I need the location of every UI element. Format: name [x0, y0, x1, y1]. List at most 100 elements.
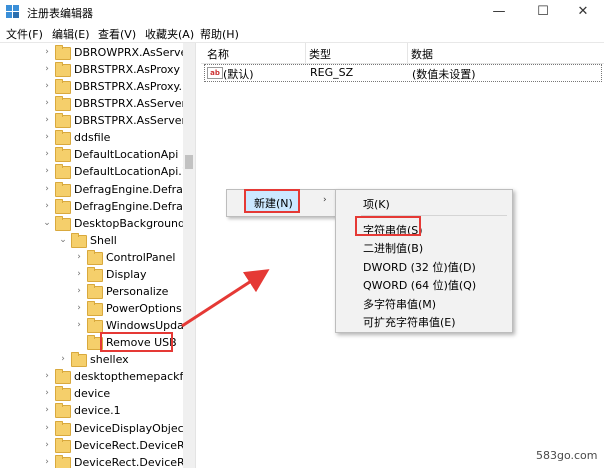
- tree-item[interactable]: › Display: [0, 266, 183, 283]
- tree-item[interactable]: › desktopthemepackfile: [0, 368, 195, 385]
- chevron-right-icon[interactable]: ›: [42, 163, 52, 180]
- submenu-item-key[interactable]: 项(K): [363, 196, 390, 212]
- column-type[interactable]: 类型: [309, 46, 331, 62]
- menu-favorites[interactable]: 收藏夹(A): [145, 26, 194, 42]
- chevron-right-icon[interactable]: ›: [42, 385, 52, 402]
- tree-item[interactable]: › ControlPanel: [0, 249, 183, 266]
- submenu-item-qword-value[interactable]: QWORD (64 位)值(Q): [363, 277, 476, 293]
- tree-item[interactable]: › device.1: [0, 402, 183, 419]
- chevron-right-icon[interactable]: ›: [42, 420, 52, 437]
- tree-item[interactable]: › DefaultLocationApi.1: [0, 163, 189, 180]
- chevron-right-icon[interactable]: ›: [74, 283, 84, 300]
- chevron-right-icon[interactable]: ›: [42, 181, 52, 198]
- tree-item-label: Personalize: [106, 285, 169, 298]
- pane-splitter[interactable]: [195, 43, 202, 468]
- folder-icon: [87, 284, 103, 299]
- menu-help[interactable]: 帮助(H): [200, 26, 239, 42]
- title-bar: 注册表编辑器 — ☐ ✕: [0, 0, 604, 24]
- tree-item[interactable]: › shellex: [0, 351, 183, 368]
- chevron-right-icon[interactable]: ›: [74, 249, 84, 266]
- folder-icon: [55, 438, 71, 453]
- tree-item-label: PowerOptions: [106, 302, 182, 315]
- chevron-right-icon[interactable]: ›: [74, 300, 84, 317]
- chevron-right-icon[interactable]: ›: [74, 266, 84, 283]
- tree-item[interactable]: › Personalize: [0, 283, 183, 300]
- column-separator: [305, 43, 306, 63]
- tree-item[interactable]: › ddsfile: [0, 129, 183, 146]
- tree-item[interactable]: › DefaultLocationApi: [0, 146, 183, 163]
- folder-icon: [55, 96, 71, 111]
- tree-item[interactable]: › DBRSTPRX.AsProxy.1: [0, 78, 189, 95]
- chevron-right-icon[interactable]: ›: [42, 198, 52, 215]
- tree-item[interactable]: › DefragEngine.DefragE: [0, 198, 195, 215]
- tree-item-label: DefragEngine.DefragE: [74, 183, 195, 196]
- chevron-down-icon[interactable]: ⌄: [42, 215, 52, 232]
- folder-icon: [55, 182, 71, 197]
- folder-icon: [71, 352, 87, 367]
- chevron-right-icon[interactable]: ›: [42, 129, 52, 146]
- close-button[interactable]: ✕: [560, 0, 604, 23]
- chevron-right-icon[interactable]: ›: [42, 112, 52, 129]
- tree-item-label: DesktopBackground: [74, 217, 185, 230]
- chevron-right-icon[interactable]: ›: [42, 61, 52, 78]
- chevron-right-icon[interactable]: ›: [42, 368, 52, 385]
- list-header: 名称 类型 数据: [201, 43, 604, 64]
- tree-item[interactable]: › device: [0, 385, 183, 402]
- chevron-right-icon[interactable]: ›: [42, 454, 52, 468]
- tree-item-label: DBRSTPRX.AsServer: [74, 97, 186, 110]
- chevron-right-icon[interactable]: ›: [74, 317, 84, 334]
- tree-item[interactable]: › DefragEngine.DefragE: [0, 181, 195, 198]
- folder-icon: [55, 455, 71, 468]
- folder-icon: [87, 250, 103, 265]
- value-data: (数值未设置): [412, 68, 476, 81]
- column-separator: [407, 43, 408, 63]
- tree-item[interactable]: › DBRSTPRX.AsServer: [0, 95, 186, 112]
- tree-item-label: shellex: [90, 353, 129, 366]
- tree-item-label: DefaultLocationApi.1: [74, 165, 189, 178]
- submenu-item-binary-value[interactable]: 二进制值(B): [363, 240, 423, 256]
- value-name: (默认): [223, 68, 254, 81]
- column-name[interactable]: 名称: [207, 46, 229, 62]
- tree-item[interactable]: › DeviceRect.DeviceRec: [0, 454, 195, 468]
- chevron-right-icon[interactable]: ›: [42, 44, 52, 61]
- folder-icon: [55, 45, 71, 60]
- tree-scrollbar[interactable]: [183, 43, 195, 468]
- tree-item-label: device.1: [74, 404, 121, 417]
- folder-icon: [55, 199, 71, 214]
- chevron-right-icon[interactable]: ›: [42, 402, 52, 419]
- folder-icon: [55, 130, 71, 145]
- tree-item-label: DefaultLocationApi: [74, 148, 179, 161]
- column-data[interactable]: 数据: [411, 46, 433, 62]
- tree-item[interactable]: › DBRSTPRX.AsProxy: [0, 61, 183, 78]
- chevron-right-icon[interactable]: ›: [42, 146, 52, 163]
- folder-icon: [55, 386, 71, 401]
- chevron-right-icon[interactable]: ›: [42, 95, 52, 112]
- folder-icon: [55, 147, 71, 162]
- menu-edit[interactable]: 编辑(E): [52, 26, 90, 42]
- folder-icon: [55, 62, 71, 77]
- menu-view[interactable]: 查看(V): [98, 26, 136, 42]
- tree-item[interactable]: › DeviceDisplayObject: [0, 420, 188, 437]
- tree-item[interactable]: › PowerOptions: [0, 300, 183, 317]
- tree-item[interactable]: ⌄ DesktopBackground: [0, 215, 185, 232]
- submenu-item-expandable-string-value[interactable]: 可扩充字符串值(E): [363, 314, 456, 330]
- tree-item[interactable]: › DBRSTPRX.AsServer.1: [0, 112, 195, 129]
- chevron-right-icon[interactable]: ›: [42, 78, 52, 95]
- chevron-down-icon[interactable]: ⌄: [58, 232, 68, 249]
- tree-item-label: DBROWPRX.AsServer: [74, 46, 192, 59]
- highlight-remove-usb: [100, 332, 173, 352]
- chevron-right-icon[interactable]: ›: [58, 351, 68, 368]
- tree-scrollbar-thumb[interactable]: [185, 155, 193, 169]
- minimize-button[interactable]: —: [476, 0, 522, 23]
- tree-item[interactable]: › DeviceRect.DeviceRec: [0, 437, 195, 454]
- submenu-item-dword-value[interactable]: DWORD (32 位)值(D): [363, 259, 476, 275]
- tree-item-label: DBRSTPRX.AsServer.1: [74, 114, 195, 127]
- tree-item[interactable]: › DBROWPRX.AsServer: [0, 44, 192, 61]
- list-item[interactable]: ab (默认) REG_SZ (数值未设置): [201, 64, 604, 82]
- window-title: 注册表编辑器: [27, 7, 93, 20]
- chevron-right-icon[interactable]: ›: [42, 437, 52, 454]
- submenu-item-multi-string-value[interactable]: 多字符串值(M): [363, 296, 436, 312]
- menu-file[interactable]: 文件(F): [6, 26, 43, 42]
- tree-item[interactable]: ⌄ Shell: [0, 232, 183, 249]
- new-submenu: 项(K) 字符串值(S) 二进制值(B) DWORD (32 位)值(D) QW…: [335, 189, 513, 333]
